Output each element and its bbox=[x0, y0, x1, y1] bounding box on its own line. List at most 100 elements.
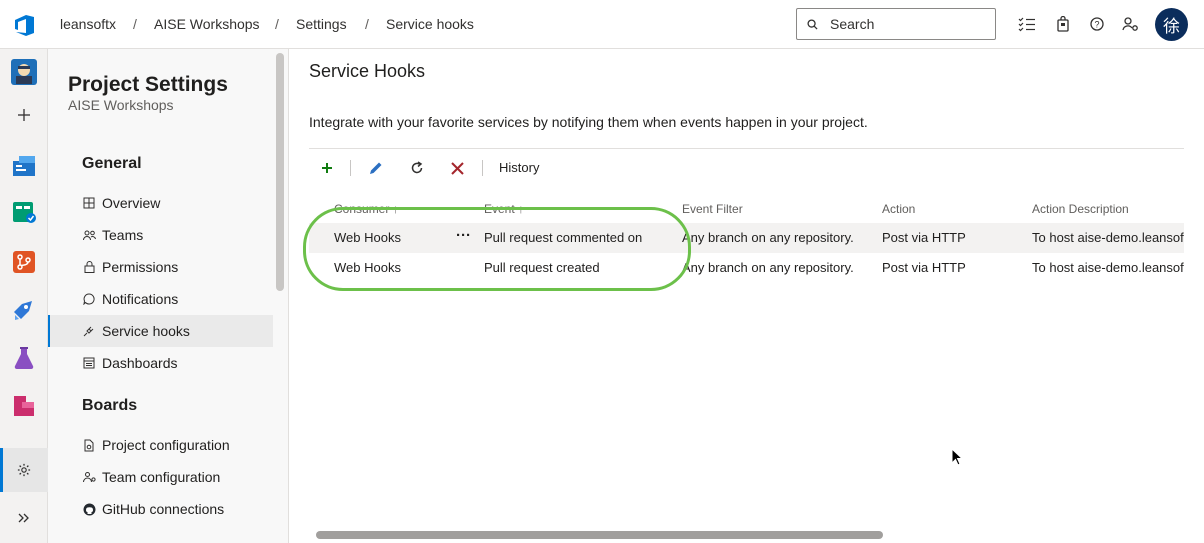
plus-icon bbox=[322, 163, 332, 173]
nav-item-label: Team configuration bbox=[102, 469, 221, 485]
nav-item-permissions[interactable]: Permissions bbox=[48, 251, 273, 283]
teams-icon bbox=[82, 228, 96, 242]
refresh-icon bbox=[411, 161, 423, 174]
dashboard-icon bbox=[82, 356, 96, 370]
boards-icon[interactable] bbox=[11, 199, 37, 225]
breadcrumb-separator: / bbox=[275, 16, 279, 32]
breadcrumb-org[interactable]: leansoftx bbox=[60, 16, 116, 32]
pipelines-icon[interactable] bbox=[11, 297, 37, 323]
column-header-event[interactable]: Event ↑ bbox=[484, 202, 524, 216]
sort-arrow-icon: ↑ bbox=[392, 202, 399, 216]
toolbar-divider bbox=[482, 160, 483, 176]
breadcrumb-settings[interactable]: Settings bbox=[296, 16, 347, 32]
nav-item-label: Project configuration bbox=[102, 437, 230, 453]
nav-subtitle: AISE Workshops bbox=[68, 97, 174, 113]
pencil-icon bbox=[370, 162, 382, 174]
nav-item-team-configuration[interactable]: Team configuration bbox=[48, 461, 273, 493]
toolbar-divider bbox=[350, 160, 351, 176]
breadcrumb-project[interactable]: AISE Workshops bbox=[154, 16, 260, 32]
nav-item-label: Teams bbox=[102, 227, 144, 243]
page-description: Integrate with your favorite services by… bbox=[309, 114, 868, 130]
nav-item-dashboards[interactable]: Dashboards bbox=[48, 347, 273, 379]
more-actions-icon[interactable]: ··· bbox=[456, 227, 471, 244]
cell-action: Post via HTTP bbox=[882, 230, 966, 245]
expand-chevron-icon[interactable] bbox=[11, 505, 37, 531]
column-header-consumer[interactable]: Consumer ↑ bbox=[334, 202, 399, 216]
settings-nav: Project Settings AISE Workshops General … bbox=[48, 49, 289, 543]
lock-icon bbox=[82, 260, 96, 274]
nav-item-label: Overview bbox=[102, 195, 161, 211]
nav-item-github-connections[interactable]: GitHub connections bbox=[48, 493, 273, 525]
test-plans-icon[interactable] bbox=[11, 345, 37, 371]
repos-icon[interactable] bbox=[11, 249, 37, 275]
column-header-event-filter[interactable]: Event Filter bbox=[682, 202, 743, 216]
plug-icon bbox=[82, 324, 96, 338]
work-items-icon[interactable] bbox=[1017, 14, 1037, 34]
close-icon bbox=[450, 161, 464, 175]
column-header-label: Consumer bbox=[334, 202, 390, 216]
overview-icon[interactable] bbox=[11, 152, 37, 178]
history-button[interactable]: History bbox=[499, 160, 539, 175]
avatar[interactable]: 徐 bbox=[1155, 8, 1188, 41]
toolbar: History bbox=[309, 148, 1184, 186]
project-avatar-icon[interactable] bbox=[11, 59, 37, 85]
nav-item-service-hooks[interactable]: Service hooks bbox=[48, 315, 273, 347]
cell-filter: Any branch on any repository. bbox=[682, 260, 854, 275]
top-bar: leansoftx / AISE Workshops / Settings / … bbox=[0, 0, 1204, 49]
table-row[interactable]: Web Hooks ··· Pull request commented on … bbox=[309, 223, 1184, 253]
refresh-button[interactable] bbox=[407, 158, 427, 178]
nav-item-label: Permissions bbox=[102, 259, 179, 275]
nav-section-general[interactable]: General bbox=[82, 155, 142, 173]
overview-icon bbox=[82, 196, 96, 210]
doc-gear-icon bbox=[82, 438, 96, 452]
nav-item-label: Notifications bbox=[102, 291, 179, 307]
nav-item-project-configuration[interactable]: Project configuration bbox=[48, 429, 273, 461]
svg-text:?: ? bbox=[1094, 20, 1099, 30]
nav-item-label: Service hooks bbox=[102, 323, 190, 339]
team-gear-icon bbox=[82, 470, 96, 484]
column-header-action[interactable]: Action bbox=[882, 202, 915, 216]
cell-event: Pull request created bbox=[484, 260, 600, 275]
chat-bubble-icon bbox=[82, 292, 96, 306]
nav-item-overview[interactable]: Overview bbox=[48, 187, 273, 219]
nav-item-label: GitHub connections bbox=[102, 501, 225, 517]
column-header-label: Event bbox=[484, 202, 515, 216]
breadcrumb-current[interactable]: Service hooks bbox=[386, 16, 474, 32]
column-header-action-description[interactable]: Action Description bbox=[1032, 202, 1129, 216]
cell-consumer: Web Hooks bbox=[334, 230, 401, 245]
nav-item-notifications[interactable]: Notifications bbox=[48, 283, 273, 315]
cell-action: Post via HTTP bbox=[882, 260, 966, 275]
gear-icon[interactable] bbox=[11, 457, 37, 483]
user-settings-icon[interactable] bbox=[1121, 14, 1141, 34]
left-rail bbox=[0, 49, 48, 543]
nav-item-label: Dashboards bbox=[102, 355, 178, 371]
scrollbar-thumb[interactable] bbox=[316, 531, 883, 539]
github-icon bbox=[82, 502, 96, 516]
horizontal-scrollbar[interactable] bbox=[309, 528, 1184, 542]
table-body: Web Hooks ··· Pull request commented on … bbox=[309, 223, 1184, 283]
cell-filter: Any branch on any repository. bbox=[682, 230, 854, 245]
edit-button[interactable] bbox=[366, 158, 386, 178]
breadcrumb-separator: / bbox=[365, 16, 369, 32]
search-input[interactable] bbox=[830, 16, 980, 32]
sort-arrow-icon: ↑ bbox=[518, 202, 525, 216]
nav-scrollbar[interactable] bbox=[276, 53, 284, 291]
nav-title: Project Settings bbox=[68, 73, 228, 96]
azure-devops-logo-icon[interactable] bbox=[12, 12, 38, 38]
search-icon bbox=[807, 18, 818, 30]
nav-item-teams[interactable]: Teams bbox=[48, 219, 273, 251]
cell-description: To host aise-demo.leansoftx.com bbox=[1032, 260, 1184, 275]
mouse-cursor-icon bbox=[951, 448, 963, 466]
marketplace-bag-icon[interactable] bbox=[1053, 14, 1073, 34]
breadcrumb-separator: / bbox=[133, 16, 137, 32]
delete-button[interactable] bbox=[447, 158, 467, 178]
page-title: Service Hooks bbox=[309, 61, 426, 81]
add-button[interactable] bbox=[317, 158, 337, 178]
add-icon[interactable] bbox=[11, 102, 37, 128]
search-box[interactable] bbox=[796, 8, 996, 40]
nav-section-boards[interactable]: Boards bbox=[82, 397, 137, 415]
artifacts-icon[interactable] bbox=[11, 393, 37, 419]
help-icon[interactable]: ? bbox=[1087, 14, 1107, 34]
table-row[interactable]: Web Hooks Pull request created Any branc… bbox=[309, 253, 1184, 283]
cell-consumer: Web Hooks bbox=[334, 260, 401, 275]
